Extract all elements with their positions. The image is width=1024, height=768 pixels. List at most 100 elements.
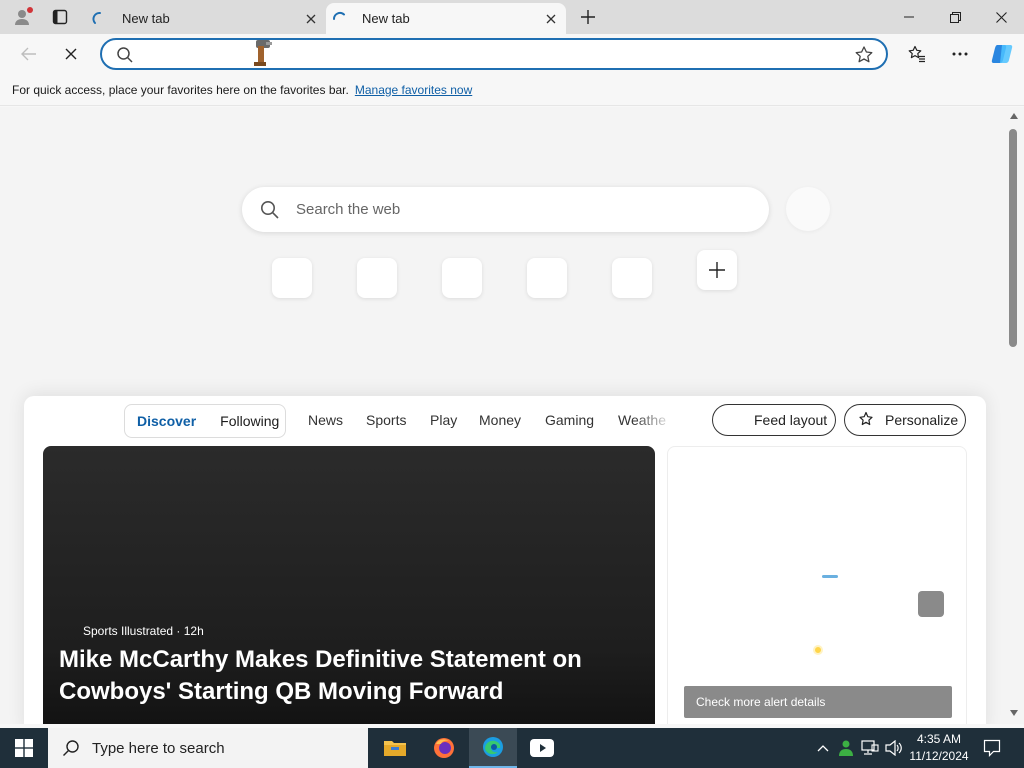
loading-dash [822,575,838,578]
search-icon [117,47,133,63]
search-icon [63,740,79,756]
hero-article-card[interactable]: Sports Illustrated · 12h Mike McCarthy M… [43,446,655,724]
quick-link-tile[interactable] [272,258,312,298]
sparkle-icon [859,411,873,426]
check-alert-details-button[interactable]: Check more alert details [684,686,952,718]
web-search-box[interactable]: Search the web [242,187,769,232]
feed-pill-group: Discover Following [124,404,286,438]
loading-spinner-icon [92,11,101,24]
quick-link-tile[interactable] [357,258,397,298]
minimize-button[interactable] [886,0,932,34]
settings-more-button[interactable] [945,39,975,69]
tab-2-close-button[interactable] [540,8,562,30]
network-icon [861,740,879,755]
tab-1-close-button[interactable] [300,8,322,30]
folder-icon [384,741,406,756]
plus-icon [581,10,595,24]
tab-1[interactable]: New tab [86,3,326,34]
web-search-placeholder: Search the web [296,201,401,218]
status-dot [813,645,823,655]
restore-button[interactable] [932,0,978,34]
clock-time: 4:35 AM [916,732,962,746]
scroll-down-arrow-icon[interactable] [1010,710,1018,716]
edge-icon [483,737,503,757]
personalize-button[interactable]: Personalize [844,404,966,436]
tab-actions-button[interactable] [48,6,72,28]
tab-discover[interactable]: Discover [125,413,208,429]
scroll-up-arrow-icon[interactable] [1010,113,1018,119]
quick-link-tile[interactable] [527,258,567,298]
tab-actions-icon [52,9,68,25]
minimize-icon [904,16,914,18]
speaker-icon [885,740,902,756]
close-window-button[interactable] [978,0,1024,34]
feed-layout-button[interactable]: Feed layout [712,404,836,436]
notification-dot [27,7,33,13]
add-quick-link-button[interactable] [697,250,737,290]
tab-strip: New tab New tab [0,0,1024,34]
taskbar-search-box[interactable]: Type here to search [48,728,368,768]
taskbar-media-player[interactable] [518,728,566,768]
notification-icon [983,739,1001,757]
notification-center-button[interactable] [980,736,1004,760]
restore-icon [949,11,961,23]
new-tab-button[interactable] [576,6,600,28]
taskbar-edge[interactable] [469,728,517,768]
tab-2[interactable]: New tab [326,3,566,34]
personalize-label: Personalize [885,412,959,428]
taskbar-search-placeholder: Type here to search [92,739,225,757]
cursor-figure-icon [254,40,272,66]
feed-nav-gaming[interactable]: Gaming [545,412,594,428]
profile-button[interactable] [8,5,36,29]
taskbar-firefox[interactable] [420,728,468,768]
feed-nav-news[interactable]: News [308,412,343,428]
article-headline[interactable]: Mike McCarthy Makes Definitive Statement… [59,644,619,708]
scroll-thumb[interactable] [1009,129,1017,347]
close-icon [306,14,316,23]
manage-favorites-link[interactable]: Manage favorites now [355,83,472,97]
tray-people-icon[interactable] [836,738,856,758]
toolbar [0,34,1024,74]
more-dots-icon [952,52,968,56]
favorites-icon [908,45,925,63]
quick-link-tile[interactable] [612,258,652,298]
loading-spinner-icon [332,11,345,20]
tab-2-title: New tab [362,11,410,26]
alert-side-card: Check more alert details [667,446,967,724]
tab-following[interactable]: Following [208,413,291,429]
new-tab-page: Search the web Discover Following News S… [0,107,1004,724]
tray-volume-icon[interactable] [884,738,904,758]
back-button[interactable] [14,39,44,69]
article-source: Sports Illustrated · 12h [83,624,204,638]
clock-date: 11/12/2024 [909,749,969,763]
article-source-name: Sports Illustrated [83,624,174,638]
back-arrow-icon [21,47,36,61]
copilot-button[interactable] [987,39,1017,69]
feed-nav-sports[interactable]: Sports [366,412,406,428]
taskbar-file-explorer[interactable] [371,728,419,768]
tray-network-icon[interactable] [860,738,880,758]
news-feed: Discover Following News Sports Play Mone… [24,396,986,724]
placeholder-square [918,591,944,617]
feed-nav-play[interactable]: Play [430,412,457,428]
plus-icon [709,262,725,278]
close-icon [995,11,1007,23]
chevron-up-icon [817,745,829,752]
tray-overflow-chevron-icon[interactable] [813,738,833,758]
stop-loading-button[interactable] [56,39,86,69]
visual-search-button[interactable] [786,187,830,231]
tab-1-title: New tab [122,11,170,26]
favorites-button[interactable] [902,39,932,69]
favorites-bar: For quick access, place your favorites h… [0,74,1024,106]
quick-link-tile[interactable] [442,258,482,298]
address-bar[interactable] [100,38,888,70]
favorites-bar-message: For quick access, place your favorites h… [12,82,349,97]
taskbar: Type here to search 4:35 AM 11/12/2024 [0,728,1024,768]
feed-nav-money[interactable]: Money [479,412,521,428]
feed-layout-label: Feed layout [754,412,828,428]
page-scrollbar[interactable] [1004,107,1024,724]
add-favorite-star-icon[interactable] [854,45,874,65]
windows-logo-icon [15,739,33,757]
start-button[interactable] [0,728,48,768]
taskbar-clock[interactable]: 4:35 AM 11/12/2024 [906,731,972,765]
